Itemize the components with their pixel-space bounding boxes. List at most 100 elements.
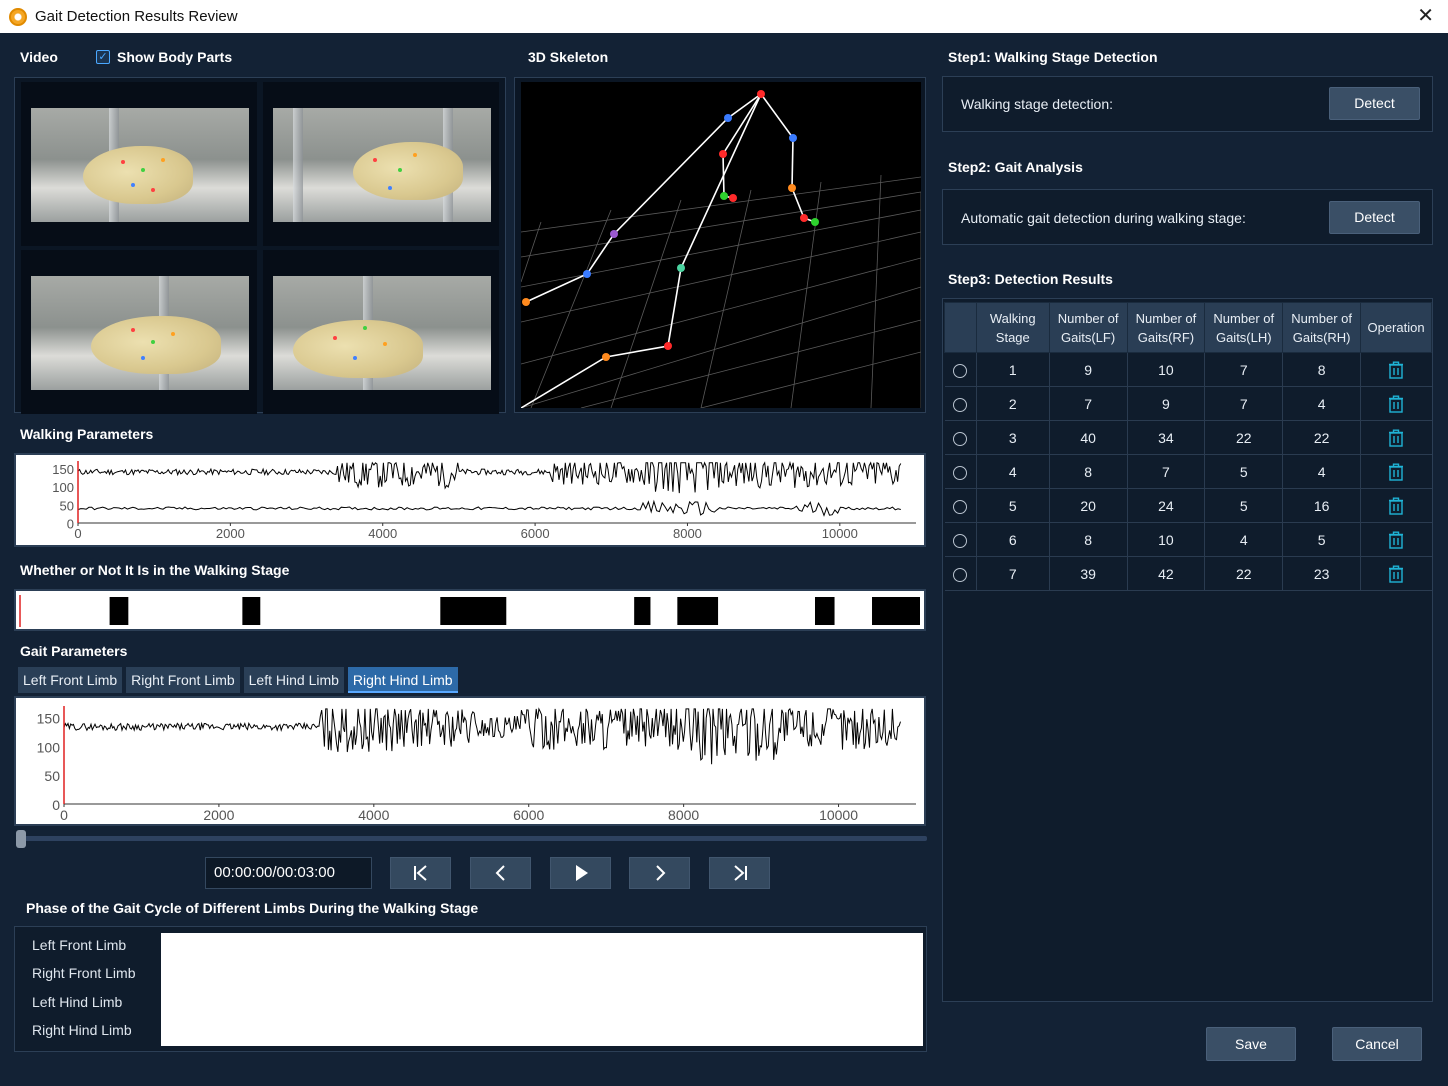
trash-icon[interactable]	[1388, 395, 1404, 413]
close-icon[interactable]: ✕	[1417, 5, 1434, 27]
camera-frame-image	[273, 108, 491, 222]
skip-to-end-button[interactable]	[709, 857, 770, 889]
row-select-cell	[944, 420, 977, 455]
walking-parameters-plot: 0 2000 4000 6000 8000 10000150100500	[52, 460, 916, 541]
results-table: Walking Stage Number of Gaits(LF) Number o…	[944, 302, 1432, 591]
step-back-button[interactable]	[470, 857, 531, 889]
gait-parameters-chart[interactable]: 0 2000 4000 6000 8000 10000 150 100 50 0	[14, 696, 926, 826]
table-row[interactable]: 27974	[944, 386, 1432, 421]
trash-icon[interactable]	[1388, 463, 1404, 481]
camera-view-2[interactable]	[263, 82, 499, 246]
table-row[interactable]: 7 39 42 22 23	[944, 556, 1432, 591]
x-tick-label: 10000	[822, 526, 858, 541]
table-cell: 22	[1204, 556, 1284, 591]
table-cell: 40	[1049, 420, 1128, 455]
table-cell: 4	[976, 454, 1050, 489]
walking-segment	[677, 597, 719, 625]
header-operation: Operation	[1360, 302, 1432, 353]
save-button[interactable]: Save	[1206, 1027, 1296, 1061]
trash-icon[interactable]	[1388, 429, 1404, 447]
row-radio[interactable]	[953, 465, 968, 480]
walking-segment	[242, 597, 261, 625]
walking-stage-detect-button[interactable]: Detect	[1329, 87, 1420, 120]
header-gaits-rh: Number of Gaits(RH)	[1282, 302, 1362, 353]
table-cell: 20	[1049, 488, 1128, 523]
table-cell: 8	[1049, 522, 1128, 557]
y-tick-label: 150	[52, 462, 74, 477]
limb-tabs: Left Front Limb Right Front Limb Left Hi…	[18, 667, 462, 693]
results-panel: Walking Stage Number of Gaits(LF) Number o…	[942, 298, 1433, 1002]
table-row[interactable]: 5 20 24 5 16	[944, 488, 1432, 523]
phase-chart-area	[161, 933, 923, 1046]
header-walking-stage: Walking Stage	[975, 302, 1050, 353]
video-grid	[14, 77, 506, 414]
y-tick-label: 100	[37, 739, 61, 755]
tab-right-hind-limb[interactable]: Right Hind Limb	[347, 667, 458, 693]
trash-icon[interactable]	[1388, 361, 1404, 379]
step-forward-button[interactable]	[629, 857, 690, 889]
header-gaits-lf: Number of Gaits(LF)	[1048, 302, 1128, 353]
walking-segment	[872, 597, 920, 625]
operation-cell	[1360, 454, 1432, 489]
table-row[interactable]: 6 8 10 4 5	[944, 522, 1432, 557]
skeleton-view[interactable]	[514, 77, 926, 413]
window-title: Gait Detection Results Review	[35, 8, 238, 25]
tab-right-front-limb[interactable]: Right Front Limb	[126, 667, 240, 693]
phase-label-left-hind: Left Hind Limb	[32, 994, 123, 1010]
walking-stage-chart[interactable]	[14, 589, 926, 631]
y-tick-label: 150	[37, 711, 61, 727]
timeline-slider-handle[interactable]	[16, 830, 26, 848]
camera-view-1[interactable]	[21, 82, 257, 246]
table-cell: 4	[1282, 386, 1362, 421]
table-row[interactable]: 1 9 10 7 8	[944, 352, 1432, 387]
row-radio[interactable]	[953, 397, 968, 412]
checkbox-checked-icon[interactable]: ✓	[96, 50, 110, 64]
table-cell: 7	[1049, 386, 1128, 421]
gait-detect-button[interactable]: Detect	[1329, 201, 1420, 234]
show-body-parts-toggle[interactable]: ✓ Show Body Parts	[96, 49, 232, 65]
table-cell: 5	[976, 488, 1050, 523]
chevron-left-icon	[495, 865, 505, 881]
skip-to-start-button[interactable]	[390, 857, 451, 889]
x-tick-label: 2000	[203, 807, 234, 823]
row-radio[interactable]	[953, 567, 968, 582]
x-tick-label: 4000	[368, 526, 397, 541]
walking-parameters-chart[interactable]: 0 2000 4000 6000 8000 10000 150 100 50 0	[14, 453, 926, 547]
cancel-button[interactable]: Cancel	[1332, 1027, 1422, 1061]
operation-cell	[1360, 352, 1432, 387]
camera-view-4[interactable]	[263, 250, 499, 414]
row-radio[interactable]	[953, 431, 968, 446]
trash-icon[interactable]	[1388, 565, 1404, 583]
row-radio[interactable]	[953, 499, 968, 514]
header-select	[944, 302, 977, 353]
camera-view-3[interactable]	[21, 250, 257, 414]
table-cell: 9	[1049, 352, 1128, 387]
camera-frame-image	[273, 276, 491, 390]
y-tick-label: 50	[44, 768, 60, 784]
tab-left-hind-limb[interactable]: Left Hind Limb	[243, 667, 344, 693]
table-row[interactable]: 3 40 34 22 22	[944, 420, 1432, 455]
trash-icon[interactable]	[1388, 531, 1404, 549]
gait-parameters-title: Gait Parameters	[20, 643, 128, 659]
table-cell: 39	[1049, 556, 1128, 591]
row-select-cell	[944, 488, 977, 523]
table-cell: 34	[1127, 420, 1206, 455]
table-cell: 1	[976, 352, 1050, 387]
skip-to-end-icon	[733, 865, 747, 881]
camera-frame-image	[31, 108, 249, 222]
x-tick-label: 10000	[819, 807, 858, 823]
tab-left-front-limb[interactable]: Left Front Limb	[18, 667, 123, 693]
play-button[interactable]	[550, 857, 611, 889]
table-cell: 7	[1127, 454, 1206, 489]
row-radio[interactable]	[953, 533, 968, 548]
table-cell: 5	[1204, 454, 1284, 489]
series-line-1	[77, 460, 902, 494]
play-icon	[575, 865, 588, 881]
x-tick-label: 0	[60, 807, 68, 823]
row-radio[interactable]	[953, 363, 968, 378]
table-cell: 22	[1204, 420, 1284, 455]
timeline-slider-track[interactable]	[18, 836, 927, 841]
trash-icon[interactable]	[1388, 497, 1404, 515]
table-header-row: Walking Stage Number of Gaits(LF) Number o…	[944, 302, 1432, 353]
table-row[interactable]: 48754	[944, 454, 1432, 489]
